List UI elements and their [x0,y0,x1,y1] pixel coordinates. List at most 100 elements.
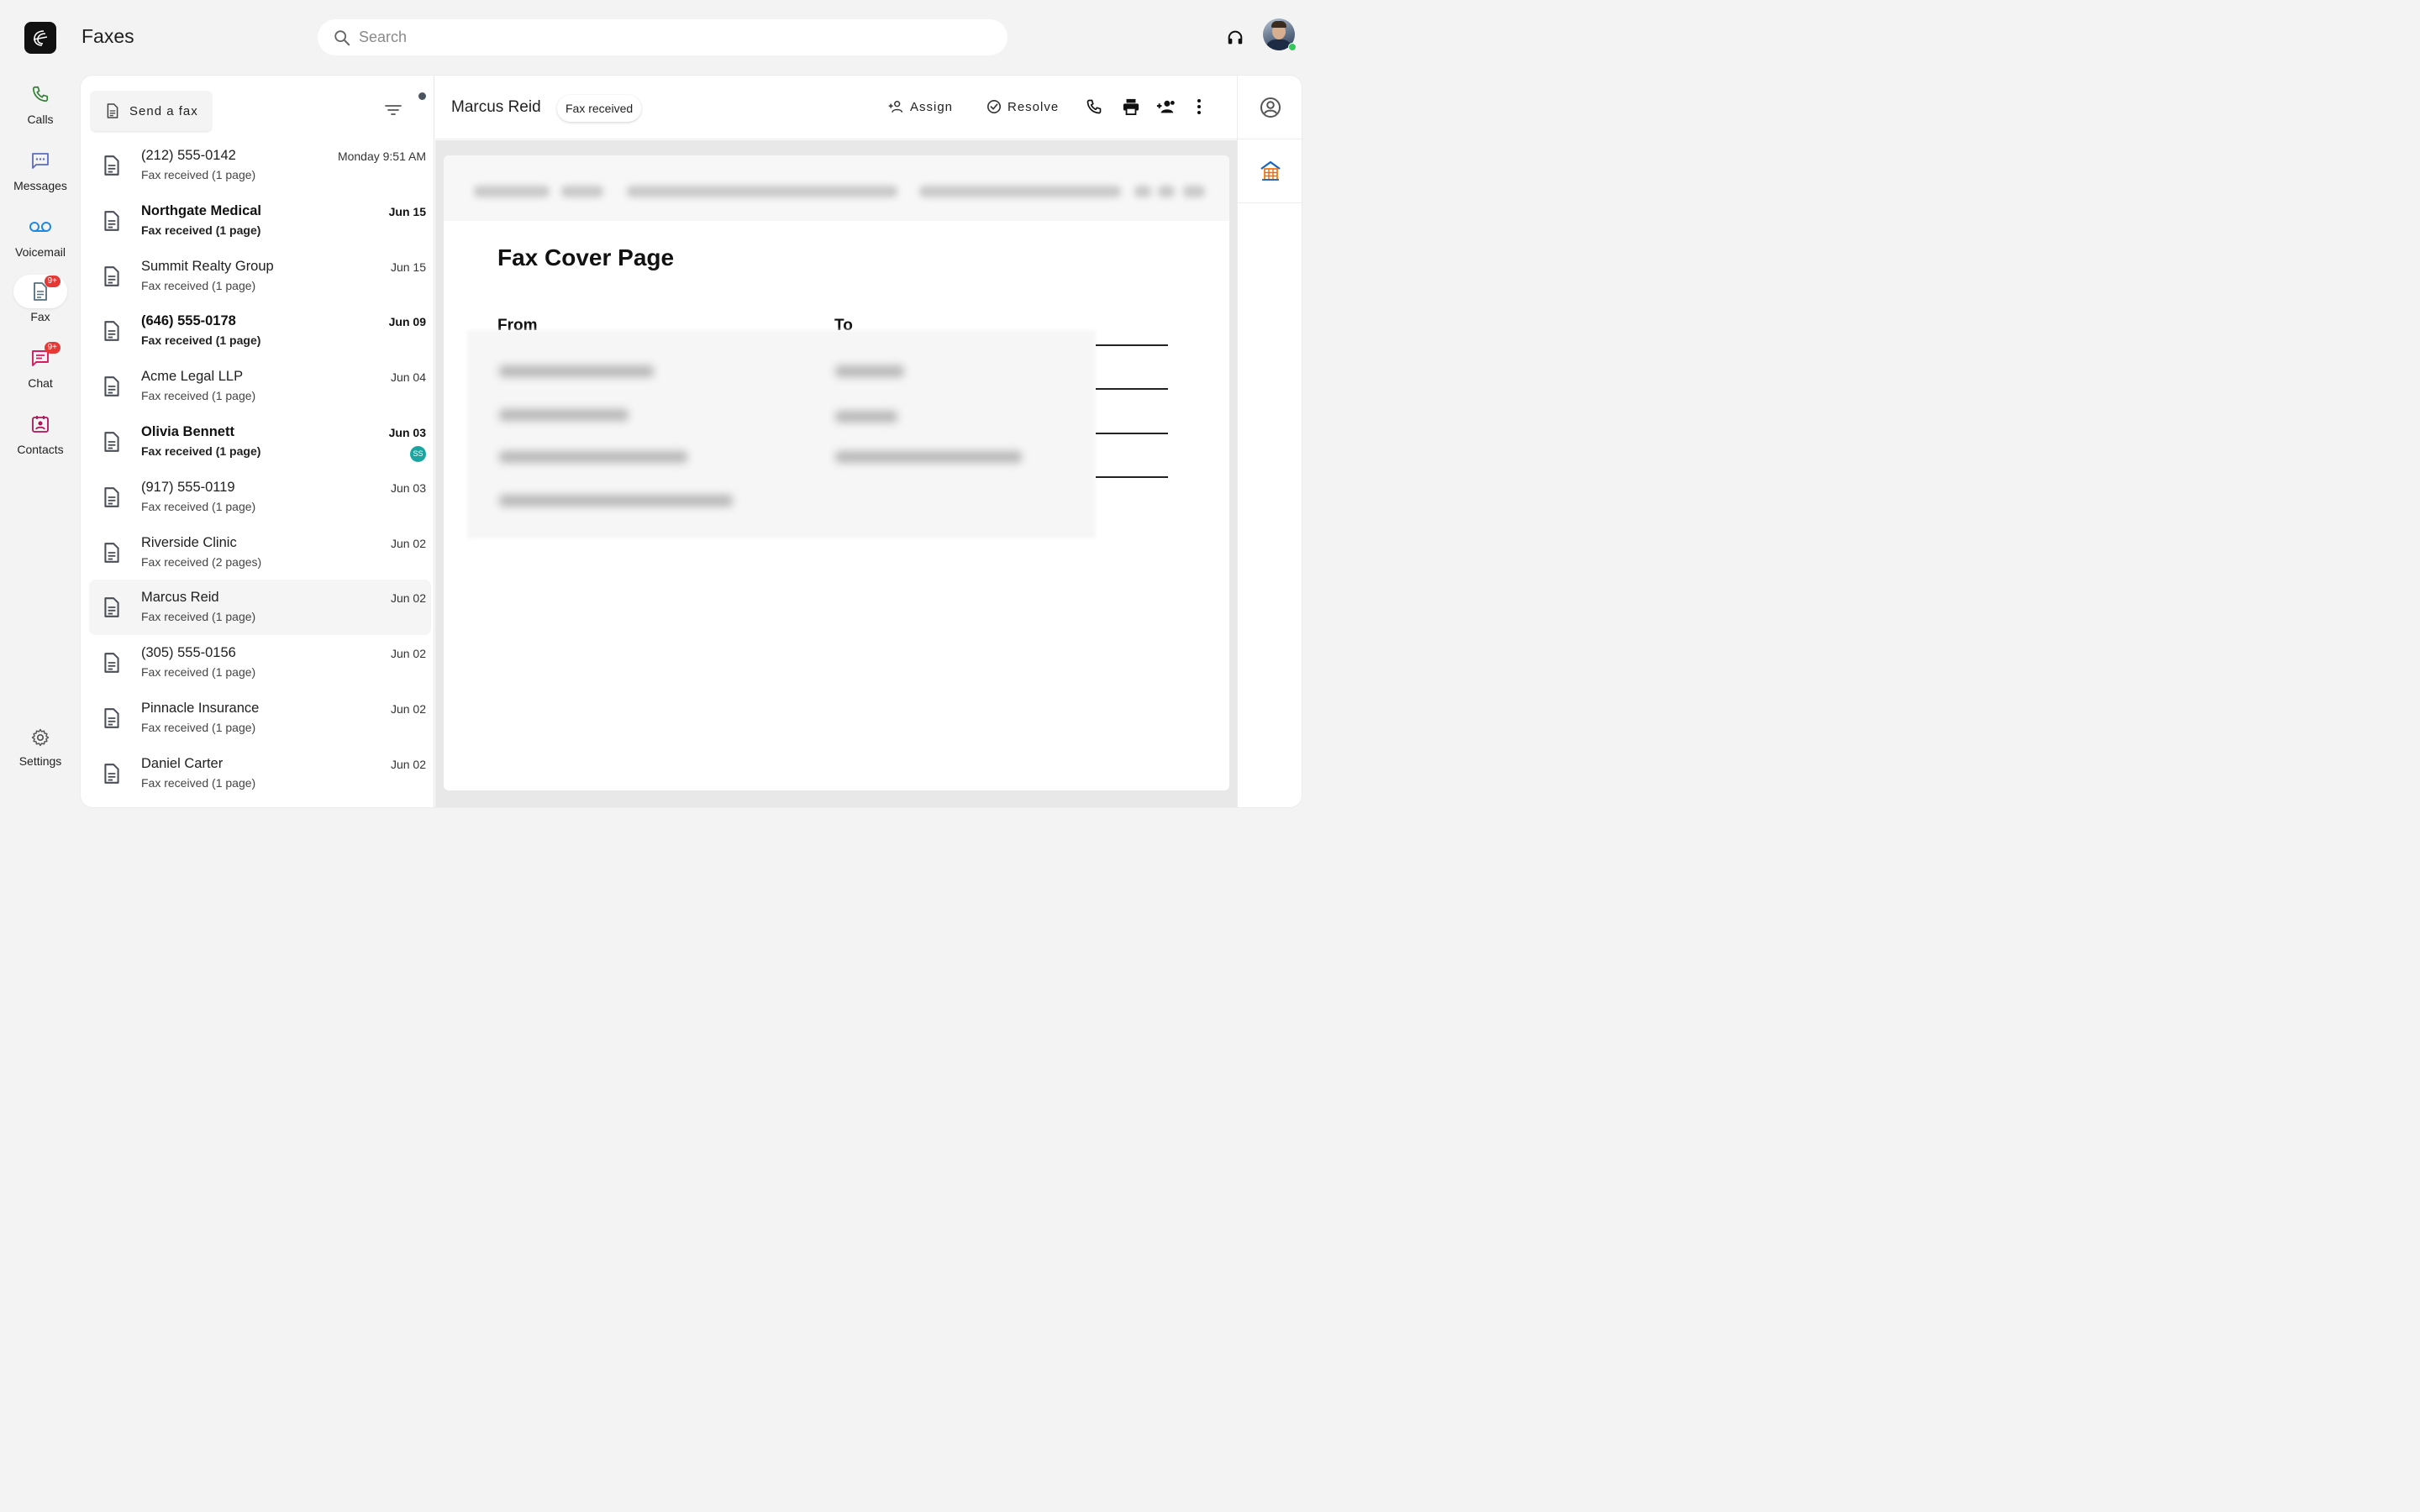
chat-badge: 9+ [44,342,60,354]
search-icon [334,29,350,45]
fax-page: Fax Cover Page From To [444,155,1229,790]
check-circle-icon [986,99,1002,114]
fax-document-icon [103,375,121,397]
send-fax-button[interactable]: Send a fax [91,91,212,131]
add-participant-icon[interactable] [1156,98,1176,115]
fax-list-item[interactable]: (917) 555-0119 Fax received (1 page) Jun 0… [89,470,431,525]
fax-sender: (212) 555-0142 [141,148,236,163]
fax-date: Jun 04 [390,370,426,385]
nav-calls[interactable]: Calls [0,77,81,126]
fax-sender: Daniel Carter [141,755,224,771]
fax-date: Jun 02 [390,701,426,716]
fax-document-icon [103,431,121,453]
fax-sender: Marcus Reid [141,590,219,606]
fax-summary: Fax received (1 page) [141,720,256,734]
right-rail [1237,76,1302,807]
fax-date: Jun 15 [388,204,426,218]
contact-profile-button[interactable] [1238,76,1302,139]
fax-list-item[interactable]: (646) 555-0178 Fax received (1 page) Jun 0… [89,303,431,359]
fax-date: Monday 9:51 AM [337,150,426,163]
filter-icon[interactable] [385,104,402,116]
nav-label: Messages [13,179,67,192]
fax-sender: (646) 555-0178 [141,313,236,329]
fax-list-item[interactable]: Summit Realty Group Fax received (1 page)… [89,249,431,304]
fax-document-icon [103,707,121,729]
fax-document-icon [103,210,121,232]
nav-voicemail[interactable]: Voicemail [0,210,81,259]
fax-summary: Fax received (1 page) [141,278,256,292]
fax-sender: Summit Realty Group [141,258,274,274]
fax-sender: Olivia Bennett [141,423,234,439]
assign-button[interactable]: Assign [887,99,953,114]
assign-label: Assign [910,99,954,114]
contact-name: Marcus Reid [451,98,541,116]
fax-header-strip [444,155,1229,221]
status-chip: Fax received [557,95,642,122]
fax-date: Jun 02 [390,536,426,550]
page-title: Faxes [82,25,134,47]
nav-label: Fax [30,310,50,323]
voicemail-icon [29,222,51,232]
fax-list-item[interactable]: Northgate Medical Fax received (1 page) Ju… [89,193,431,249]
headset-icon[interactable] [1226,29,1244,47]
logo-mark-icon [33,30,48,46]
nav-contacts[interactable]: Contacts [0,407,81,456]
fax-summary: Fax received (1 page) [141,499,256,513]
nav-label: Chat [28,376,53,390]
fax-date: Jun 09 [388,315,426,329]
fax-date: Jun 03 [390,480,426,495]
fax-document-icon [103,320,121,342]
nav-label: Calls [27,113,54,126]
document-icon [107,103,118,118]
fax-document-icon [103,265,121,287]
fax-date: Jun 02 [390,757,426,771]
account-circle-icon [1260,97,1281,118]
app-logo[interactable] [24,22,56,54]
fax-document-icon [103,486,121,508]
fax-list-item[interactable]: Riverside Clinic Fax received (2 pages) Ju… [89,525,431,580]
search-bar[interactable] [318,19,1007,55]
print-icon[interactable] [1122,98,1140,115]
nav-fax[interactable]: 9+ Fax [0,275,81,323]
fax-summary: Fax received (1 page) [141,775,256,790]
fax-summary: Fax received (1 page) [141,223,261,237]
fax-date: Jun 15 [390,260,426,274]
fax-sender: Pinnacle Insurance [141,700,260,716]
phone-icon [32,86,49,102]
search-input[interactable] [359,29,947,46]
fax-list-item[interactable]: (212) 555-0142 Fax received (1 page) Monda… [89,138,431,193]
fax-summary: Fax received (1 page) [141,168,256,181]
fax-document-icon [103,542,121,564]
fax-sender: (917) 555-0119 [141,479,235,495]
nav-chat[interactable]: 9+ Chat [0,341,81,390]
document-title: Fax Cover Page [497,244,675,270]
fax-list-item[interactable]: (305) 555-0156 Fax received (1 page) Jun 0… [89,635,431,690]
nav-messages[interactable]: Messages [0,144,81,192]
fax-date: Jun 03 [388,425,426,439]
fax-list-item[interactable]: Daniel Carter Fax received (1 page) Jun 02 [89,746,431,801]
detail-header: Marcus Reid Fax received Assign Resolve [435,76,1237,139]
fax-summary: Fax received (1 page) [141,444,261,458]
integration-app-button[interactable] [1238,139,1302,203]
resolve-button[interactable]: Resolve [986,99,1059,114]
fax-summary: Fax received (2 pages) [141,554,262,569]
fax-summary: Fax received (1 page) [141,389,256,403]
fax-document-icon [103,155,121,176]
redacted-details [467,330,1096,538]
more-options-icon[interactable] [1197,98,1202,115]
document-viewer: Fax Cover Page From To [435,140,1237,807]
fax-list-item[interactable]: Pinnacle Insurance Fax received (1 page) J… [89,690,431,746]
fax-summary: Fax received (1 page) [141,665,256,680]
send-fax-label: Send a fax [129,103,198,118]
fax-list-item[interactable]: Acme Legal LLP Fax received (1 page) Jun 0… [89,359,431,414]
fax-list-item[interactable]: Marcus Reid Fax received (1 page) Jun 02 [89,580,431,636]
fax-list-item[interactable]: Olivia Bennett Fax received (1 page) Jun 0… [89,414,431,470]
nav-label: Voicemail [15,245,66,259]
gear-icon [31,728,50,747]
call-icon[interactable] [1086,98,1102,115]
online-status-indicator [1288,43,1297,51]
nav-settings[interactable]: Settings [0,727,81,768]
fax-document-icon [103,652,121,674]
fax-sender: Riverside Clinic [141,534,237,550]
fax-sender: Acme Legal LLP [141,369,244,385]
